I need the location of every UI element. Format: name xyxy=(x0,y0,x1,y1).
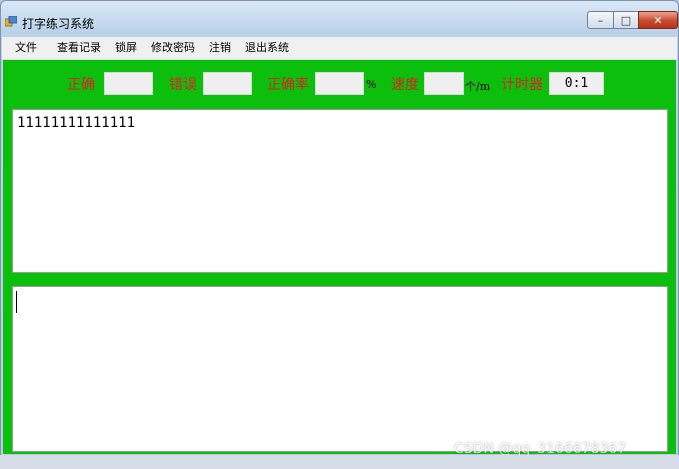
menu-file[interactable]: 文件 xyxy=(2,37,44,59)
source-text-area[interactable]: 11111111111111 xyxy=(12,109,668,273)
accuracy-field[interactable] xyxy=(315,72,364,95)
text-caret xyxy=(16,291,17,313)
menu-view-records[interactable]: 查看记录 xyxy=(50,37,108,59)
window-title: 打字练习系统 xyxy=(22,17,95,31)
timer-label: 计时器 xyxy=(501,77,543,93)
close-button[interactable]: ✕ xyxy=(638,11,678,29)
stats-bar: 正确 错误 正确率 % 速度 个/m 计时器 0:1 xyxy=(3,60,676,106)
correct-field[interactable] xyxy=(104,72,153,95)
error-field[interactable] xyxy=(203,72,252,95)
close-icon: ✕ xyxy=(653,13,663,27)
desktop-strip xyxy=(0,455,679,469)
menu-bar: 文件 查看记录 锁屏 修改密码 注销 退出系统 xyxy=(2,37,677,60)
error-label: 错误 xyxy=(169,77,197,93)
menu-lock-screen[interactable]: 锁屏 xyxy=(108,37,144,59)
timer-field[interactable]: 0:1 xyxy=(549,72,604,95)
correct-label: 正确 xyxy=(67,77,95,93)
accuracy-unit: % xyxy=(366,78,377,91)
maximize-icon: □ xyxy=(620,13,632,27)
typing-input-area[interactable] xyxy=(12,286,668,452)
app-window-icon xyxy=(5,16,17,27)
menu-exit-system[interactable]: 退出系统 xyxy=(238,37,296,59)
minimize-icon: – xyxy=(597,13,604,27)
maximize-button[interactable]: □ xyxy=(613,11,639,29)
minimize-button[interactable]: – xyxy=(587,11,614,29)
accuracy-label: 正确率 xyxy=(267,77,309,93)
menu-logout[interactable]: 注销 xyxy=(202,37,238,59)
client-area: 正确 错误 正确率 % 速度 个/m 计时器 0:1 1111111111111… xyxy=(3,60,676,454)
main-window: 打字练习系统 – □ ✕ 文件 查看记录 锁屏 修改密码 注销 退出系统 正确 … xyxy=(0,0,679,469)
speed-field[interactable] xyxy=(424,72,464,95)
speed-label: 速度 xyxy=(391,77,419,93)
title-bar[interactable]: 打字练习系统 – □ ✕ xyxy=(1,1,678,35)
source-text: 11111111111111 xyxy=(17,115,136,131)
menu-change-password[interactable]: 修改密码 xyxy=(144,37,202,59)
speed-unit: 个/m xyxy=(465,80,491,93)
